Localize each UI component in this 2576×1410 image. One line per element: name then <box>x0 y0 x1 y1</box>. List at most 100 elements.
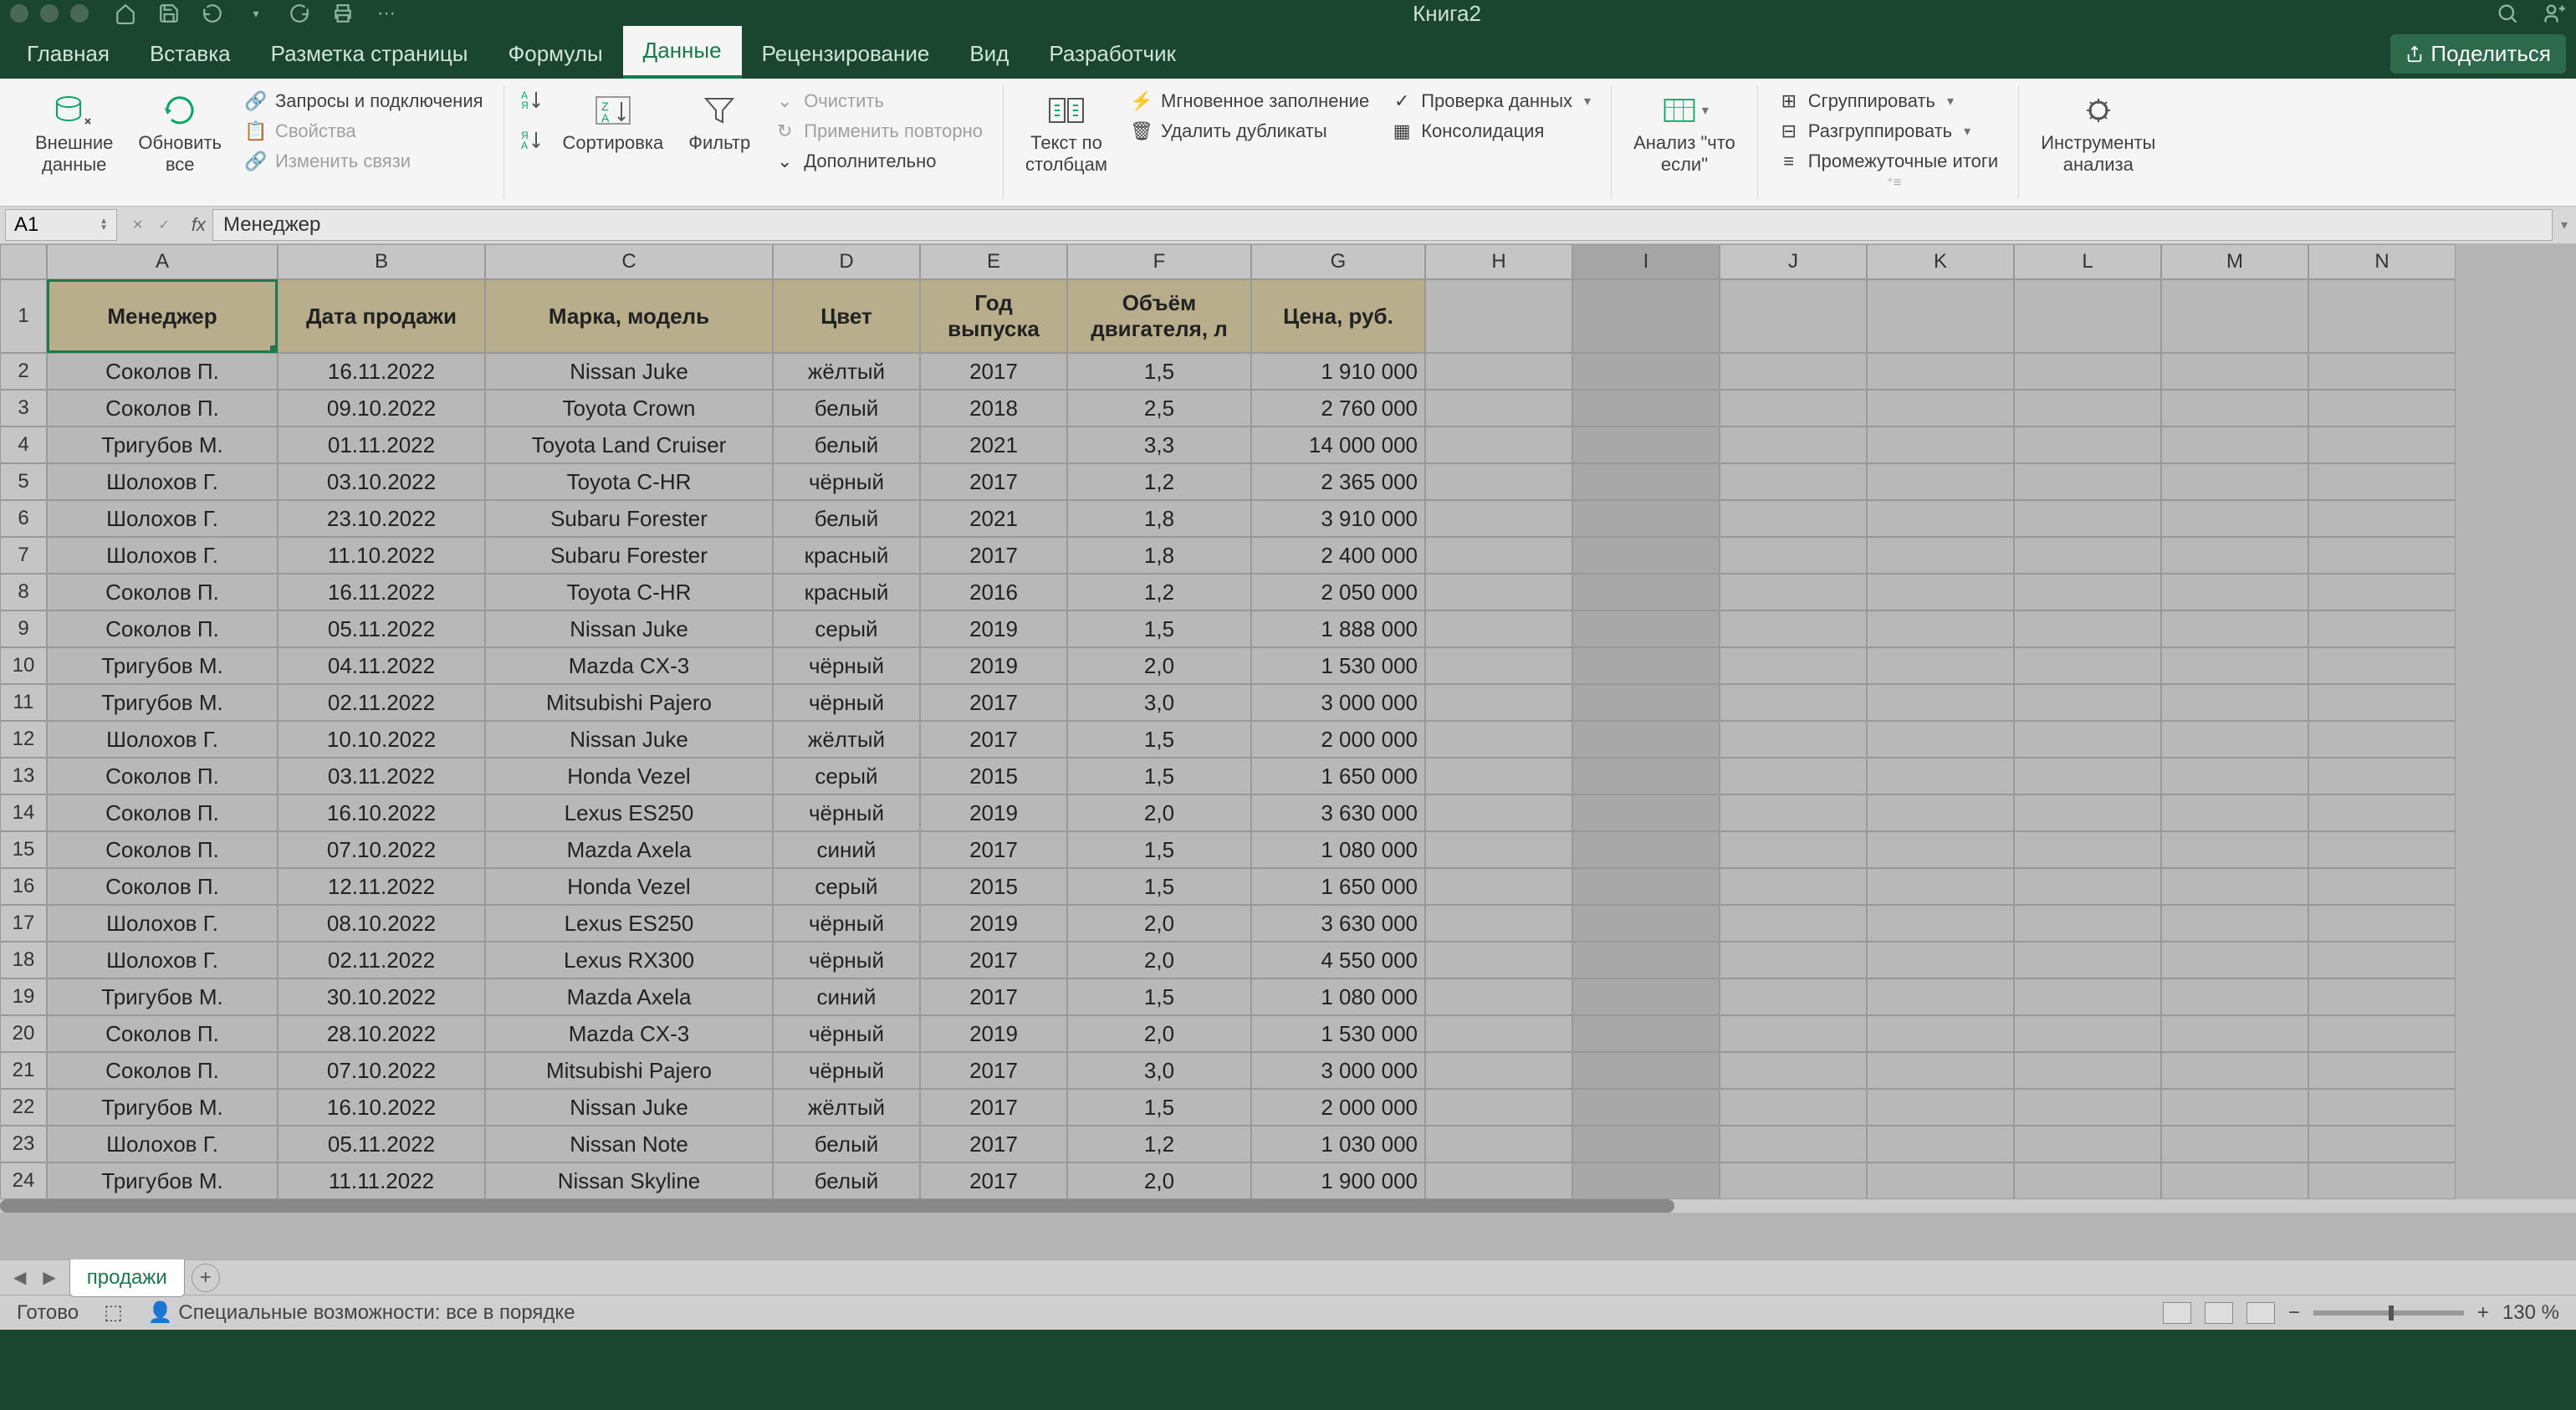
col-header-I[interactable]: I <box>1572 244 1720 279</box>
data-cell[interactable]: чёрный <box>773 463 920 500</box>
cell[interactable] <box>1867 831 2014 868</box>
cell[interactable] <box>1425 647 1572 684</box>
data-cell[interactable]: 07.10.2022 <box>278 831 485 868</box>
account-icon[interactable] <box>2543 2 2566 25</box>
data-cell[interactable]: 2017 <box>920 978 1067 1015</box>
data-cell[interactable]: 1,5 <box>1067 831 1251 868</box>
cell[interactable] <box>1720 868 1867 905</box>
cell[interactable] <box>2308 1126 2456 1162</box>
cell[interactable] <box>1867 1052 2014 1089</box>
cell[interactable] <box>1572 500 1720 537</box>
header-cell[interactable]: Менеджер <box>47 279 278 353</box>
cell[interactable] <box>1425 1052 1572 1089</box>
data-cell[interactable]: Mitsubishi Pajero <box>485 1052 773 1089</box>
cell[interactable] <box>1867 794 2014 831</box>
header-cell[interactable]: Объём двигателя, л <box>1067 279 1251 353</box>
tab-developer[interactable]: Разработчик <box>1029 29 1196 79</box>
data-cell[interactable]: 2,0 <box>1067 794 1251 831</box>
refresh-all-button[interactable]: Обновить все <box>131 89 228 180</box>
row-header-19[interactable]: 19 <box>0 978 47 1015</box>
data-cell[interactable]: Subaru Forester <box>485 537 773 574</box>
cell[interactable] <box>1720 647 1867 684</box>
cell[interactable] <box>2161 647 2308 684</box>
redo-icon[interactable] <box>288 2 311 25</box>
cell[interactable] <box>1867 1162 2014 1199</box>
data-cell[interactable]: 12.11.2022 <box>278 868 485 905</box>
data-cell[interactable]: чёрный <box>773 1052 920 1089</box>
cell[interactable] <box>2161 1015 2308 1052</box>
cell[interactable] <box>2161 1089 2308 1126</box>
data-cell[interactable]: красный <box>773 574 920 610</box>
data-cell[interactable]: 2019 <box>920 794 1067 831</box>
cell[interactable] <box>1867 1126 2014 1162</box>
tab-insert[interactable]: Вставка <box>130 29 251 79</box>
cell[interactable] <box>1425 574 1572 610</box>
data-cell[interactable]: 05.11.2022 <box>278 610 485 647</box>
data-cell[interactable]: Mazda CX-3 <box>485 1015 773 1052</box>
cell[interactable] <box>2161 574 2308 610</box>
row-header-17[interactable]: 17 <box>0 905 47 942</box>
filter-button[interactable]: Фильтр <box>682 89 757 157</box>
cell[interactable] <box>2014 1162 2161 1199</box>
data-cell[interactable]: 3,3 <box>1067 427 1251 463</box>
data-cell[interactable]: синий <box>773 831 920 868</box>
cell[interactable] <box>1720 610 1867 647</box>
undo-dropdown-icon[interactable]: ▾ <box>244 2 268 25</box>
data-cell[interactable]: Nissan Juke <box>485 721 773 758</box>
data-cell[interactable]: Шолохов Г. <box>47 905 278 942</box>
cell[interactable] <box>2161 279 2308 353</box>
cell[interactable] <box>2014 353 2161 390</box>
cell[interactable] <box>1720 279 1867 353</box>
data-cell[interactable]: жёлтый <box>773 1089 920 1126</box>
cell[interactable] <box>1867 463 2014 500</box>
remove-duplicates-button[interactable]: 🗑Удалить дубликаты <box>1126 119 1374 144</box>
cell[interactable] <box>2014 1052 2161 1089</box>
data-cell[interactable]: 3 630 000 <box>1251 794 1425 831</box>
row-header-22[interactable]: 22 <box>0 1089 47 1126</box>
cell[interactable] <box>2308 684 2456 721</box>
cell[interactable] <box>2161 1162 2308 1199</box>
cell[interactable] <box>1720 1015 1867 1052</box>
cell[interactable] <box>1867 721 2014 758</box>
data-cell[interactable]: 2021 <box>920 500 1067 537</box>
data-cell[interactable]: 2017 <box>920 537 1067 574</box>
data-cell[interactable]: Шолохов Г. <box>47 1126 278 1162</box>
zoom-slider[interactable] <box>2313 1310 2464 1315</box>
data-cell[interactable]: 11.10.2022 <box>278 537 485 574</box>
cell[interactable] <box>1867 610 2014 647</box>
cell[interactable] <box>1867 684 2014 721</box>
text-to-columns-button[interactable]: Текст по столбцам <box>1019 89 1114 180</box>
cell[interactable] <box>2308 390 2456 427</box>
row-header-15[interactable]: 15 <box>0 831 47 868</box>
cell[interactable] <box>1572 1015 1720 1052</box>
cell[interactable] <box>1572 794 1720 831</box>
sort-button[interactable]: ZA Сортировка <box>556 89 671 157</box>
cell[interactable] <box>2161 537 2308 574</box>
col-header-G[interactable]: G <box>1251 244 1425 279</box>
cell[interactable] <box>2308 758 2456 794</box>
data-cell[interactable]: 02.11.2022 <box>278 942 485 978</box>
properties-button[interactable]: 📋Свойства <box>240 119 488 144</box>
header-cell[interactable]: Год выпуска <box>920 279 1067 353</box>
macro-record-icon[interactable]: ⬚ <box>104 1300 123 1325</box>
data-cell[interactable]: 09.10.2022 <box>278 390 485 427</box>
cell[interactable] <box>1720 1162 1867 1199</box>
share-button[interactable]: Поделиться <box>2390 34 2566 74</box>
maximize-window[interactable] <box>70 4 89 23</box>
cell[interactable] <box>1867 427 2014 463</box>
data-cell[interactable]: Lexus ES250 <box>485 794 773 831</box>
expand-formula-icon[interactable]: ▾ <box>2553 217 2576 233</box>
cell[interactable] <box>2161 905 2308 942</box>
data-cell[interactable]: 2015 <box>920 868 1067 905</box>
cell[interactable] <box>1425 427 1572 463</box>
data-cell[interactable]: 2019 <box>920 905 1067 942</box>
data-cell[interactable]: 2019 <box>920 610 1067 647</box>
row-header-18[interactable]: 18 <box>0 942 47 978</box>
data-cell[interactable]: белый <box>773 427 920 463</box>
cell[interactable] <box>1867 1089 2014 1126</box>
data-cell[interactable]: 1 530 000 <box>1251 647 1425 684</box>
sheet-nav-next[interactable]: ▶ <box>36 1264 62 1291</box>
advanced-filter-button[interactable]: ⌄Дополнительно <box>769 149 988 174</box>
minimize-window[interactable] <box>40 4 59 23</box>
cell[interactable] <box>1720 427 1867 463</box>
